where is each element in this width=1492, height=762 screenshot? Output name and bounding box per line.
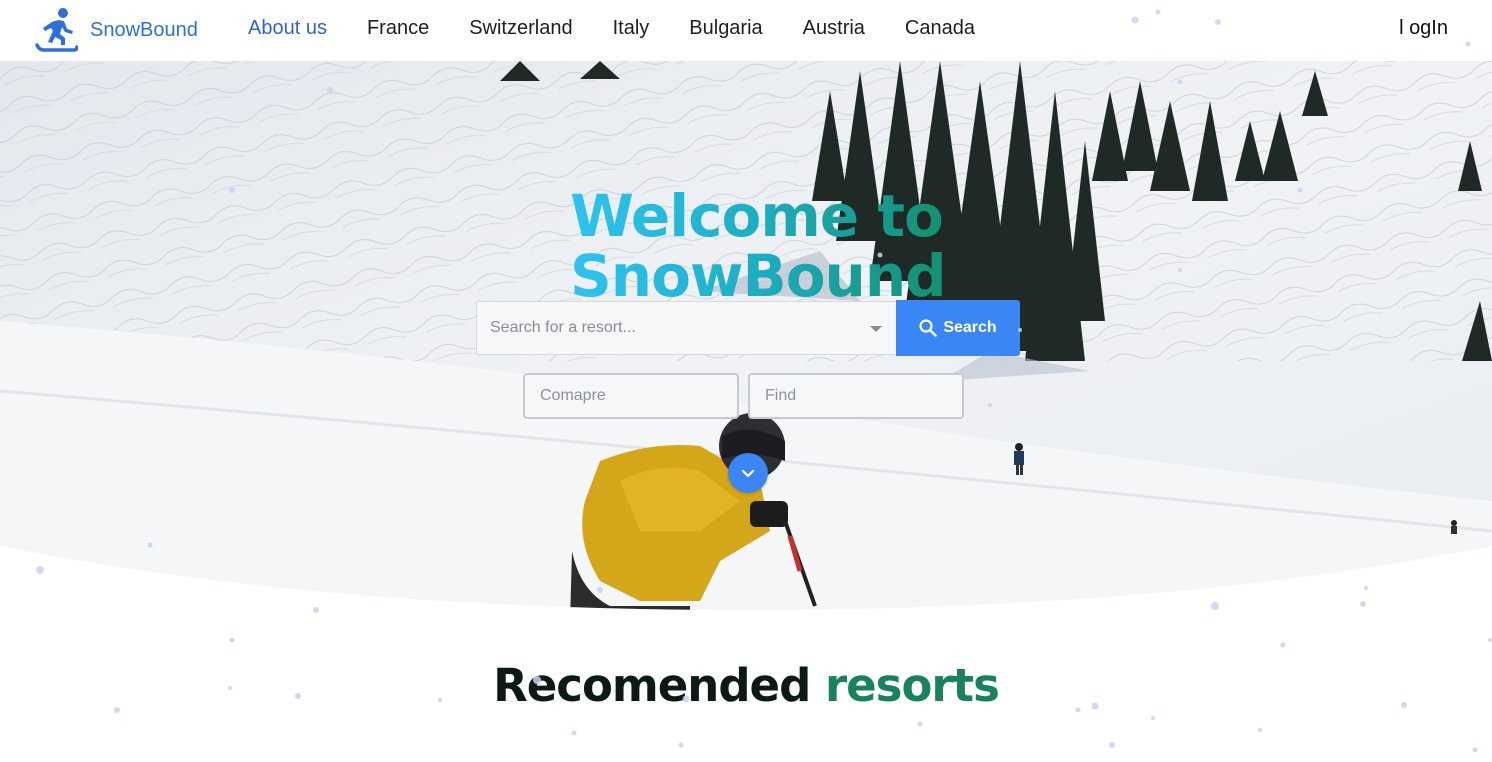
hero-curve-divider	[0, 546, 1492, 630]
resort-search-input[interactable]	[476, 301, 896, 355]
nav-link-italy[interactable]: Italy	[613, 17, 650, 40]
snowboarder-icon	[35, 8, 78, 52]
chevron-down-icon	[741, 469, 755, 478]
nav-link-austria[interactable]: Austria	[803, 17, 865, 40]
brand-logo-link[interactable]: SnowBound	[34, 6, 198, 54]
nav-link-bulgaria[interactable]: Bulgaria	[689, 17, 762, 40]
search-button[interactable]: Search	[896, 300, 1020, 356]
heading-part1: Recomended	[493, 659, 811, 713]
heading-part2: resorts	[824, 659, 1000, 713]
hero-banner: Welcome to SnowBound Search	[0, 61, 1492, 621]
nav-link-about-us[interactable]: About us	[248, 17, 327, 40]
search-icon	[919, 319, 938, 337]
top-navbar: SnowBound About us France Switzerland It…	[0, 0, 1492, 61]
search-button-label: Search	[943, 319, 997, 336]
compare-input[interactable]	[523, 373, 739, 419]
nav-link-france[interactable]: France	[367, 17, 429, 40]
find-input[interactable]	[748, 373, 964, 419]
hero-title-line1: Welcome to	[570, 181, 943, 250]
nav-link-switzerland[interactable]: Switzerland	[469, 17, 572, 40]
dropdown-caret-icon[interactable]	[870, 326, 882, 332]
nav-link-canada[interactable]: Canada	[905, 17, 975, 40]
login-link[interactable]: l ogIn	[1399, 17, 1448, 40]
main-nav: About us France Switzerland Italy Bulgar…	[248, 17, 1015, 40]
hero-title-line2: SnowBound	[570, 241, 946, 310]
resort-search-bar: Search	[476, 300, 1020, 357]
scroll-down-button[interactable]	[728, 453, 768, 493]
hero-title: Welcome to SnowBound	[570, 186, 950, 306]
brand-name: SnowBound	[90, 18, 198, 41]
recommended-resorts-heading: Recomended resorts	[0, 659, 1492, 712]
